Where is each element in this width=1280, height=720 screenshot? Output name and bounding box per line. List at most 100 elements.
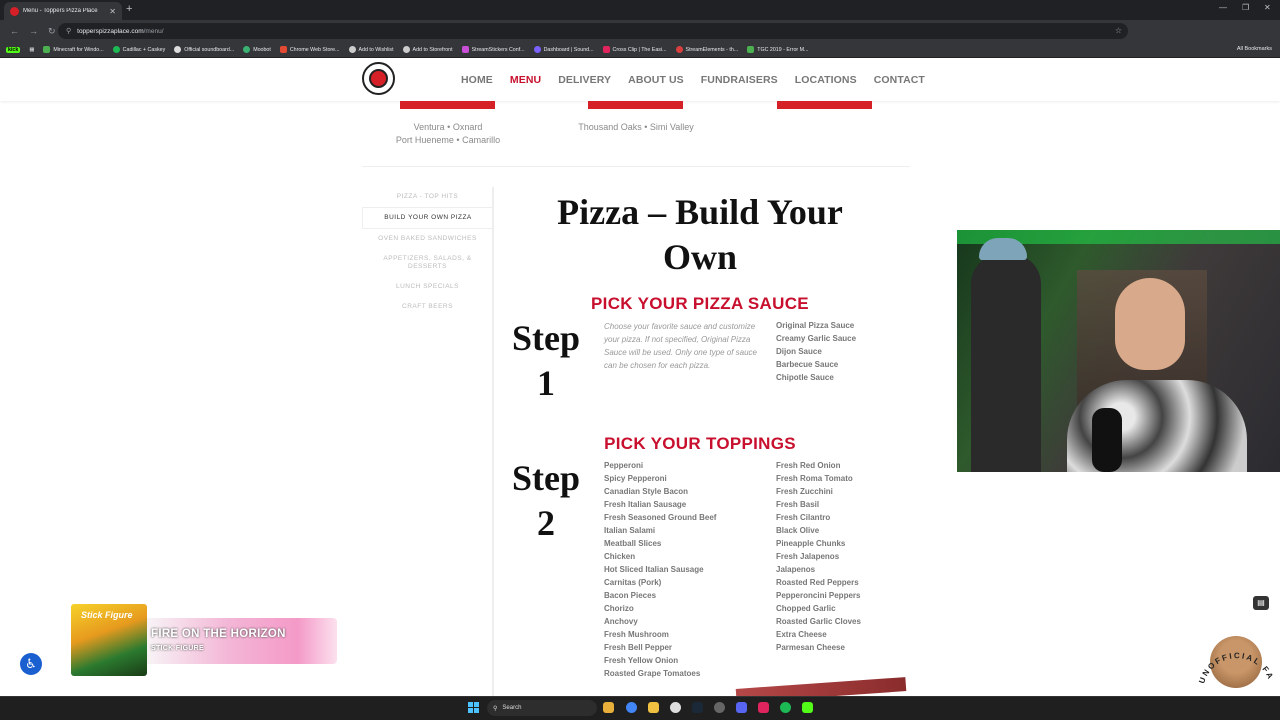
nav-delivery[interactable]: DELIVERY	[558, 74, 611, 86]
reload-icon[interactable]: ↻	[48, 26, 56, 37]
accessibility-icon[interactable]: ♿	[20, 653, 42, 675]
back-icon[interactable]: ←	[10, 26, 19, 36]
site-info-icon[interactable]: ⚲	[66, 27, 71, 35]
order-button[interactable]	[777, 101, 872, 109]
list-item: Fresh Cilantro	[776, 513, 831, 522]
toppings-list-col2: Fresh Red Onion Fresh Roma Tomato Fresh …	[776, 459, 861, 654]
sidebar-item-appetizers[interactable]: APPETIZERS, SALADS, & DESSERTS	[362, 249, 493, 277]
list-item: Bacon Pieces	[604, 591, 657, 600]
main-nav: HOME MENU DELIVERY ABOUT US FUNDRAISERS …	[461, 74, 925, 86]
list-item: Extra Cheese	[776, 630, 827, 639]
kick-bookmark[interactable]: kick	[6, 46, 21, 53]
chrome-icon[interactable]	[626, 702, 637, 713]
browser-tab[interactable]: Menu - Toppers Pizza Place ✕	[4, 2, 122, 20]
menu-sidebar: PIZZA - TOP HITS BUILD YOUR OWN PIZZA OV…	[362, 187, 493, 317]
sidebar-item-top-hits[interactable]: PIZZA - TOP HITS	[362, 187, 493, 207]
discord-icon[interactable]	[736, 702, 747, 713]
stream-badge: UNOFFICIAL FAMILY	[1196, 622, 1276, 694]
tab-title: Menu - Toppers Pizza Place	[23, 8, 98, 14]
bookmark-item[interactable]: Cross Clip | The Easi...	[602, 46, 667, 53]
close-window-icon[interactable]: ✕	[1264, 3, 1271, 12]
bookmark-item[interactable]: Add to Wishlist	[348, 46, 394, 53]
notes-icon[interactable]	[648, 702, 659, 713]
song-artist: STICK FIGURE	[151, 645, 204, 652]
bookmark-item[interactable]: StreamStickers Conf...	[461, 46, 525, 53]
song-title: FIRE ON THE HORIZON	[151, 628, 286, 640]
order-button[interactable]	[400, 101, 495, 109]
nav-fundraisers[interactable]: FUNDRAISERS	[701, 74, 778, 86]
app-icon[interactable]	[758, 702, 769, 713]
sidebar-item-lunch-specials[interactable]: LUNCH SPECIALS	[362, 277, 493, 297]
svg-text:UNOFFICIAL FAMILY: UNOFFICIAL FAMILY	[1196, 622, 1276, 685]
sauce-description: Choose your favorite sauce and customize…	[604, 322, 757, 370]
spotify-icon[interactable]	[780, 702, 791, 713]
bookmark-item[interactable]: Moobot	[243, 46, 271, 53]
list-item: Black Olive	[776, 526, 820, 535]
nav-contact[interactable]: CONTACT	[874, 74, 925, 86]
list-item: Roasted Red Peppers	[776, 578, 859, 587]
list-item: Meatball Slices	[604, 539, 662, 548]
search-icon: ⚲	[493, 705, 498, 712]
forward-icon[interactable]: →	[29, 26, 38, 36]
list-item: Canadian Style Bacon	[604, 487, 689, 496]
bookmark-star-icon[interactable]: ☆	[1115, 26, 1122, 35]
list-item: Fresh Zucchini	[776, 487, 833, 496]
toppings-heading: PICK YOUR TOPPINGS	[604, 434, 796, 453]
obs-icon[interactable]	[670, 702, 681, 713]
taskbar-search[interactable]: ⚲ Search	[487, 700, 597, 716]
list-item: Original Pizza Sauce	[776, 321, 855, 330]
list-item: Fresh Basil	[776, 500, 820, 509]
list-item: Carnitas (Pork)	[604, 578, 662, 587]
sidebar-item-build-your-own[interactable]: BUILD YOUR OWN PIZZA	[362, 207, 493, 229]
list-item: Pepperoni	[604, 461, 644, 470]
sauce-heading: PICK YOUR PIZZA SAUCE	[591, 294, 809, 313]
list-item: Spicy Pepperoni	[604, 474, 667, 483]
bookmark-item[interactable]: Add to Storefront	[402, 46, 453, 53]
list-item: Fresh Roma Tomato	[776, 474, 853, 483]
bookmark-item[interactable]: Official soundboard...	[174, 46, 234, 53]
list-item: Fresh Italian Sausage	[604, 500, 687, 509]
minimize-icon[interactable]: —	[1219, 3, 1227, 12]
section-divider	[362, 166, 910, 167]
nav-home[interactable]: HOME	[461, 74, 493, 86]
order-button[interactable]	[588, 101, 683, 109]
list-item: Fresh Red Onion	[776, 461, 841, 470]
bookmark-item[interactable]: Dashboard | Sound...	[533, 46, 594, 53]
sidebar-divider	[492, 187, 494, 697]
toppers-logo[interactable]	[362, 62, 395, 95]
sidebar-item-sandwiches[interactable]: OVEN BAKED SANDWICHES	[362, 229, 493, 249]
bookmark-item[interactable]: Cadillac + Caskey	[112, 46, 165, 53]
close-tab-icon[interactable]: ✕	[109, 7, 116, 16]
list-item: Parmesan Cheese	[776, 643, 845, 652]
app-icon[interactable]	[802, 702, 813, 713]
nav-about-us[interactable]: ABOUT US	[628, 74, 684, 86]
list-item: Chicken	[604, 552, 636, 561]
step-1-label: Step 1	[511, 318, 580, 403]
step-2-label: Step 2	[511, 458, 580, 543]
bookmark-item[interactable]: Minecraft for Windo...	[43, 46, 104, 53]
chat-widget-icon[interactable]: ▤	[1253, 596, 1269, 610]
maximize-icon[interactable]: ❐	[1242, 3, 1249, 12]
apps-grid-icon[interactable]: ▦	[29, 47, 34, 53]
taskbar	[0, 696, 1280, 720]
list-item: Fresh Bell Pepper	[604, 643, 673, 652]
steam-icon[interactable]	[692, 702, 703, 713]
nav-menu[interactable]: MENU	[510, 74, 541, 86]
list-item: Fresh Jalapenos	[776, 552, 840, 561]
bookmark-item[interactable]: StreamElements - th...	[675, 46, 738, 53]
all-bookmarks[interactable]: All Bookmarks	[1237, 46, 1272, 52]
bookmarks-bar: kick ▦ Minecraft for Windo... Cadillac +…	[0, 42, 1280, 58]
windows-start-icon[interactable]	[468, 702, 479, 713]
list-item: Roasted Garlic Cloves	[776, 617, 861, 626]
list-item: Roasted Grape Tomatoes	[604, 669, 701, 678]
new-tab-icon[interactable]: +	[126, 3, 132, 15]
bookmark-item[interactable]: Chrome Web Store...	[279, 46, 340, 53]
file-explorer-icon[interactable]	[603, 702, 614, 713]
tab-favicon-icon	[10, 6, 19, 16]
sidebar-item-craft-beers[interactable]: CRAFT BEERS	[362, 297, 493, 317]
url-bar[interactable]: ⚲ topperspizzaplace.com/menu/ ☆	[58, 23, 1128, 39]
app-icon[interactable]	[714, 702, 725, 713]
list-item: Fresh Seasoned Ground Beef	[604, 513, 717, 522]
nav-locations[interactable]: LOCATIONS	[795, 74, 857, 86]
bookmark-item[interactable]: TGC 2019 - Error M...	[747, 46, 808, 53]
